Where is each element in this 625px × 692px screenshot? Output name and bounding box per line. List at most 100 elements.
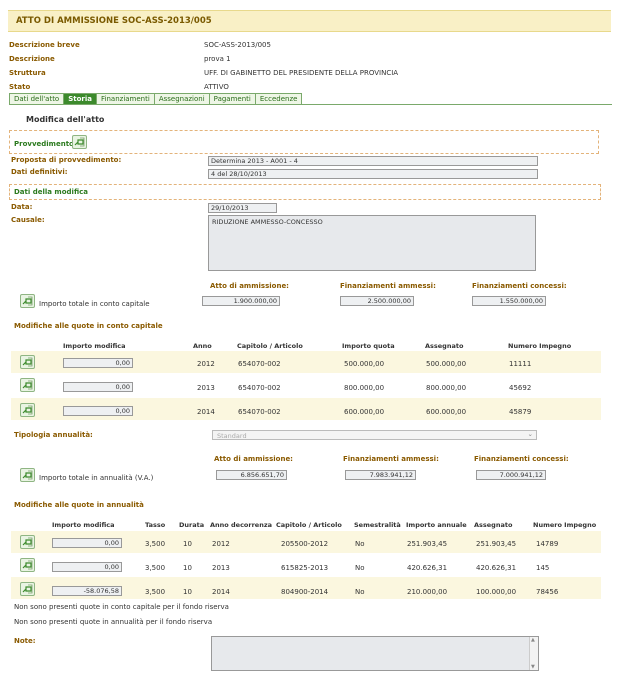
provvedimento-box: [9, 130, 599, 154]
cap-capitolo-cell: 654070-002: [238, 360, 281, 368]
cap-concessi-value: 1.550.000,00: [472, 296, 546, 306]
ann-col-importo: Importo modifica: [52, 521, 115, 529]
ann-col-capitolo: Capitolo / Articolo: [276, 521, 342, 529]
info-label-descrizione-breve: Descrizione breve: [9, 41, 80, 49]
cap-impegno-cell: 11111: [509, 360, 532, 368]
ann-anno-cell: 2014: [212, 588, 230, 596]
edit-arrow-icon[interactable]: [20, 535, 35, 549]
ann-durata-cell: 10: [183, 564, 192, 572]
dati-definitivi-field[interactable]: 4 del 28/10/2013: [208, 169, 538, 179]
section-title: Modifica dell'atto: [26, 115, 105, 124]
ann-col-durata: Durata: [179, 521, 205, 529]
edit-arrow-icon[interactable]: [20, 355, 35, 369]
ann-anno-cell: 2013: [212, 564, 230, 572]
cap-assegnato-cell: 600.000,00: [426, 408, 467, 416]
ann-tasso-cell: 3,500: [145, 540, 166, 548]
note-scrollbar[interactable]: [529, 637, 538, 670]
ann-concessi-value: 7.000.941,12: [476, 470, 546, 480]
ann-sem-cell: No: [355, 540, 365, 548]
cap-totale-label: Importo totale in conto capitale: [39, 300, 150, 308]
cap-col-importo: Importo modifica: [63, 342, 126, 350]
ann-capitolo-cell: 205500-2012: [281, 540, 329, 548]
proposta-field[interactable]: Determina 2013 - A001 - 4: [208, 156, 538, 166]
ann-col-assegnato: Assegnato: [474, 521, 513, 529]
info-label-stato: Stato: [9, 83, 31, 91]
page-header: ATTO DI AMMISSIONE SOC-ASS-2013/005: [8, 10, 611, 32]
ann-assegnato-cell: 420.626,31: [476, 564, 517, 572]
cap-capitolo-cell: 654070-002: [238, 384, 281, 392]
edit-arrow-icon[interactable]: [72, 135, 87, 149]
info-value-descrizione-breve: SOC-ASS-2013/005: [204, 41, 271, 49]
note-label: Note:: [14, 637, 36, 645]
dati-modifica-label: Dati della modifica: [14, 188, 89, 196]
cap-anno-cell: 2014: [197, 408, 215, 416]
ann-impegno-cell: 145: [536, 564, 550, 572]
cap-importo-field[interactable]: 0,00: [63, 358, 133, 368]
data-label: Data:: [11, 203, 33, 211]
ann-col-impegno: Numero Impegno: [533, 521, 597, 529]
cap-atto-value: 1.900.000,00: [202, 296, 280, 306]
ann-assegnato-cell: 100.000,00: [476, 588, 517, 596]
ann-col-semestralita: Semestralità: [354, 521, 401, 529]
data-field[interactable]: 29/10/2013: [208, 203, 277, 213]
ann-capitolo-cell: 615825-2013: [281, 564, 329, 572]
ann-tasso-cell: 3,500: [145, 564, 166, 572]
cap-importo-field[interactable]: 0,00: [63, 382, 133, 392]
edit-arrow-icon[interactable]: [20, 378, 35, 392]
edit-arrow-icon[interactable]: [20, 403, 35, 417]
cap-assegnato-cell: 800.000,00: [426, 384, 467, 392]
ann-importo-field[interactable]: 0,00: [52, 562, 122, 572]
ann-atto-value: 6.856.651,70: [216, 470, 287, 480]
tipologia-select[interactable]: Standard: [212, 429, 537, 440]
cap-ammessi-label: Finanziamenti ammessi:: [340, 282, 436, 290]
ann-concessi-label: Finanziamenti concessi:: [474, 455, 569, 463]
info-value-descrizione: prova 1: [204, 55, 231, 63]
ann-impegno-cell: 14789: [536, 540, 559, 548]
tipologia-label: Tipologia annualità:: [14, 431, 93, 439]
cap-importo-field[interactable]: 0,00: [63, 406, 133, 416]
ann-durata-cell: 10: [183, 588, 192, 596]
ann-totale-label: Importo totale in annualità (V.A.): [39, 474, 154, 482]
ann-col-annuale: Importo annuale: [406, 521, 467, 529]
ann-col-anno: Anno decorrenza: [210, 521, 273, 529]
info-label-struttura: Struttura: [9, 69, 46, 77]
cap-col-assegnato: Assegnato: [425, 342, 464, 350]
tab-underline: [9, 104, 612, 105]
tab-bar: Dati dell'atto Storia Finanziamenti Asse…: [9, 93, 303, 105]
edit-arrow-icon[interactable]: [20, 582, 35, 596]
ann-anno-cell: 2012: [212, 540, 230, 548]
cap-col-anno: Anno: [193, 342, 212, 350]
cap-quote-title: Modifiche alle quote in conto capitale: [14, 322, 163, 330]
msg-annualita-riserva: Non sono presenti quote in annualità per…: [14, 618, 213, 626]
ann-ammessi-label: Finanziamenti ammessi:: [343, 455, 439, 463]
cap-anno-cell: 2013: [197, 384, 215, 392]
edit-arrow-icon[interactable]: [20, 558, 35, 572]
ann-impegno-cell: 78456: [536, 588, 559, 596]
note-textarea[interactable]: [211, 636, 539, 671]
ann-sem-cell: No: [355, 588, 365, 596]
ann-assegnato-cell: 251.903,45: [476, 540, 517, 548]
cap-col-capitolo: Capitolo / Articolo: [237, 342, 303, 350]
cap-impegno-cell: 45692: [509, 384, 532, 392]
cap-anno-cell: 2012: [197, 360, 215, 368]
edit-arrow-icon[interactable]: [20, 294, 35, 308]
ann-annuale-cell: 420.626,31: [407, 564, 448, 572]
ann-quote-title: Modifiche alle quote in annualità: [14, 501, 144, 509]
dati-modifica-box: [9, 184, 601, 200]
ann-importo-field[interactable]: 0,00: [52, 538, 122, 548]
cap-quota-cell: 600.000,00: [344, 408, 385, 416]
causale-text: RIDUZIONE AMMESSO-CONCESSO: [212, 218, 323, 226]
cap-quota-cell: 800.000,00: [344, 384, 385, 392]
ann-col-tasso: Tasso: [145, 521, 166, 529]
ann-importo-field[interactable]: -58.076,58: [52, 586, 122, 596]
edit-arrow-icon[interactable]: [20, 468, 35, 482]
cap-concessi-label: Finanziamenti concessi:: [472, 282, 567, 290]
cap-impegno-cell: 45879: [509, 408, 532, 416]
dati-definitivi-label: Dati definitivi:: [11, 168, 68, 176]
causale-textarea[interactable]: RIDUZIONE AMMESSO-CONCESSO: [208, 215, 536, 271]
info-value-struttura: UFF. DI GABINETTO DEL PRESIDENTE DELLA P…: [204, 69, 399, 77]
ann-ammessi-value: 7.983.941,12: [345, 470, 416, 480]
ann-tasso-cell: 3,500: [145, 588, 166, 596]
ann-capitolo-cell: 804900-2014: [281, 588, 329, 596]
info-label-descrizione: Descrizione: [9, 55, 55, 63]
